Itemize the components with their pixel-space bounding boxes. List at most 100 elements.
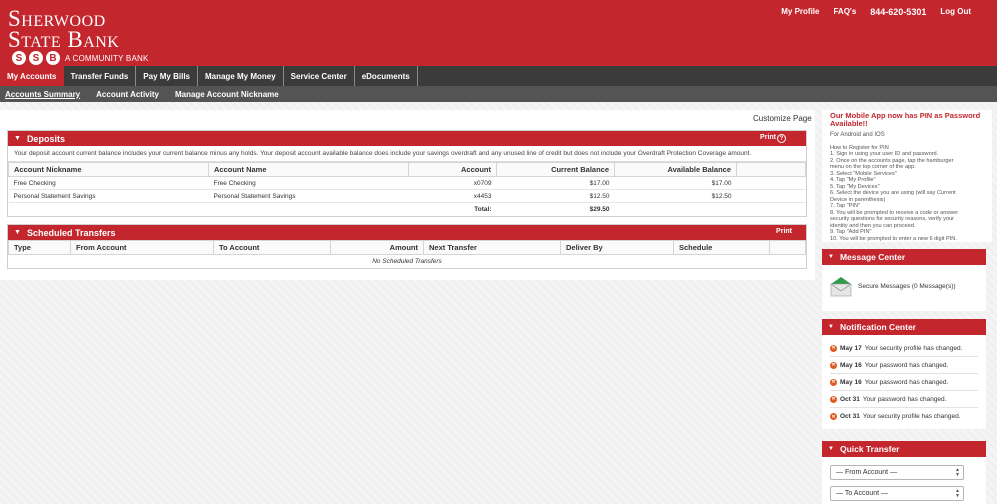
col-account-nickname[interactable]: Account Nickname xyxy=(8,162,209,177)
promo-platforms: For Android and IOS xyxy=(830,132,885,138)
nav-manage-my-money[interactable]: Manage My Money xyxy=(198,66,284,86)
col-from-account[interactable]: From Account xyxy=(70,240,214,255)
subnav-manage-nickname[interactable]: Manage Account Nickname xyxy=(175,86,279,102)
notification-text: Your security profile has changed. xyxy=(862,413,961,420)
col-account[interactable]: Account xyxy=(408,162,497,177)
secure-messages-text: Secure Messages (0 Message(s)) xyxy=(858,282,956,290)
total-label: Total: xyxy=(474,205,492,213)
main-nav: My Accounts Transfer Funds Pay My Bills … xyxy=(0,66,997,86)
notification-date: May 16 xyxy=(840,361,862,369)
mobile-pin-promo: Our Mobile App now has PIN as Password A… xyxy=(822,110,992,242)
list-item[interactable]: ✕ Oct 31 Your password has changed. xyxy=(830,391,978,408)
col-next-transfer[interactable]: Next Transfer xyxy=(423,240,561,255)
faqs-link[interactable]: FAQ's xyxy=(833,7,856,17)
deposits-title: Deposits xyxy=(26,133,65,144)
account-name: Personal Statement Savings xyxy=(213,192,296,200)
quick-transfer-form: — From Account — ▲ ▼ — To Account — ▲ ▼ xyxy=(822,457,986,504)
logout-link[interactable]: Log Out xyxy=(940,7,971,17)
collapse-icon[interactable]: ▼ xyxy=(828,446,834,452)
ssb-letter: B xyxy=(46,51,60,65)
nav-transfer-funds[interactable]: Transfer Funds xyxy=(64,66,137,86)
promo-heading: Our Mobile App now has PIN as Password A… xyxy=(830,111,981,128)
notification-center-header: ▼ Notification Center xyxy=(822,319,986,335)
header: Sherwood State Bank S S B A COMMUNITY BA… xyxy=(0,0,997,66)
sub-nav: Accounts Summary Account Activity Manage… xyxy=(0,86,997,102)
list-item[interactable]: ✕ May 17 Your security profile has chang… xyxy=(830,340,978,357)
notification-text: Your security profile has changed. xyxy=(864,344,963,352)
deposits-notice: Your deposit account current balance inc… xyxy=(8,146,806,162)
ssb-letter: S xyxy=(29,51,43,65)
no-transfers-text: No Scheduled Transfers xyxy=(372,257,442,265)
help-icon[interactable]: ? xyxy=(777,134,786,143)
to-account-value: — To Account — xyxy=(836,490,889,497)
account-name: Free Checking xyxy=(213,179,256,187)
select-arrows-icon: ▲ ▼ xyxy=(955,488,960,499)
list-item[interactable]: ✕ May 16 Your password has changed. xyxy=(830,357,978,374)
quick-transfer-title: Quick Transfer xyxy=(839,444,900,454)
dismiss-icon[interactable]: ✕ xyxy=(830,378,837,386)
deposits-table: Account Nickname Account Name Account Cu… xyxy=(8,162,806,216)
col-schedule[interactable]: Schedule xyxy=(673,240,770,255)
deposits-panel: ▼ Deposits Print ? Your deposit account … xyxy=(7,130,807,217)
nav-pay-my-bills[interactable]: Pay My Bills xyxy=(136,66,198,86)
account-nickname-link[interactable]: Free Checking xyxy=(9,177,209,190)
promo-step: 10. You will be prompted to enter a new … xyxy=(830,235,957,242)
col-account-name[interactable]: Account Name xyxy=(208,162,409,177)
account-number: x0709 xyxy=(473,179,492,187)
top-links: My Profile FAQ's 844-620-5301 Log Out xyxy=(781,7,971,17)
col-amount[interactable]: Amount xyxy=(330,240,424,255)
from-account-value: — From Account — xyxy=(836,469,898,476)
dismiss-icon[interactable]: ✕ xyxy=(830,395,837,403)
notification-text: Your password has changed. xyxy=(862,395,947,403)
scheduled-print-link[interactable]: Print xyxy=(776,228,792,235)
list-item[interactable]: ✕ Oct 31 Your security profile has chang… xyxy=(830,408,978,425)
message-center-header: ▼ Message Center xyxy=(822,249,986,265)
promo-steps: How to Register for PIN 1. Sign in using… xyxy=(830,145,984,243)
subnav-accounts-summary[interactable]: Accounts Summary xyxy=(5,86,80,102)
ssb-letter: S xyxy=(12,51,26,65)
my-profile-link[interactable]: My Profile xyxy=(781,7,819,17)
col-spacer xyxy=(736,162,806,177)
account-nickname-link[interactable]: Personal Statement Savings xyxy=(9,190,209,203)
nav-service-center[interactable]: Service Center xyxy=(284,66,355,86)
empty-row: No Scheduled Transfers xyxy=(9,255,806,268)
total-row: Total: $29.50 xyxy=(8,202,806,216)
deposits-header: ▼ Deposits Print ? xyxy=(8,131,806,146)
current-balance: $17.00 xyxy=(589,179,610,187)
notification-list: ✕ May 17 Your security profile has chang… xyxy=(822,335,986,425)
current-balance: $12.50 xyxy=(589,192,610,200)
scheduled-transfers-panel: ▼ Scheduled Transfers Print Type From Ac… xyxy=(7,224,807,269)
notification-date: Oct 31 xyxy=(840,413,860,420)
col-current-balance[interactable]: Current Balance xyxy=(496,162,615,177)
scheduled-header: ▼ Scheduled Transfers Print xyxy=(8,225,806,240)
to-account-select[interactable]: — To Account — ▲ ▼ xyxy=(830,486,964,501)
table-row: Free Checking Free Checking x0709 $17.00… xyxy=(9,177,806,190)
list-item[interactable]: ✕ May 16 Your password has changed. xyxy=(830,374,978,391)
collapse-icon[interactable]: ▼ xyxy=(14,229,21,236)
envelope-icon xyxy=(830,275,852,297)
notification-text: Your password has changed. xyxy=(864,378,949,386)
col-type[interactable]: Type xyxy=(8,240,71,255)
col-available-balance[interactable]: Available Balance xyxy=(614,162,737,177)
from-account-select[interactable]: — From Account — ▲ ▼ xyxy=(830,465,964,480)
col-deliver-by[interactable]: Deliver By xyxy=(560,240,674,255)
ssb-emblem: S S B xyxy=(12,51,60,65)
nav-my-accounts[interactable]: My Accounts xyxy=(0,66,64,86)
dismiss-icon[interactable]: ✕ xyxy=(830,361,837,369)
col-to-account[interactable]: To Account xyxy=(213,240,331,255)
quick-transfer-panel: ▼ Quick Transfer — From Account — ▲ ▼ — T… xyxy=(822,441,986,504)
logo-tagline: A COMMUNITY BANK xyxy=(65,53,149,63)
collapse-icon[interactable]: ▼ xyxy=(14,135,21,142)
dismiss-icon[interactable]: ✕ xyxy=(830,413,837,420)
logo-line-1: Sherwood xyxy=(8,6,106,31)
bank-logo[interactable]: Sherwood State Bank S S B A COMMUNITY BA… xyxy=(8,6,149,65)
subnav-account-activity[interactable]: Account Activity xyxy=(96,86,159,102)
dismiss-icon[interactable]: ✕ xyxy=(830,344,837,352)
collapse-icon[interactable]: ▼ xyxy=(828,254,834,260)
collapse-icon[interactable]: ▼ xyxy=(828,324,834,330)
nav-edocuments[interactable]: eDocuments xyxy=(355,66,418,86)
secure-messages-row[interactable]: Secure Messages (0 Message(s)) xyxy=(822,265,986,307)
customize-page-link[interactable]: Customize Page xyxy=(753,114,812,123)
deposits-print-link[interactable]: Print xyxy=(760,134,776,141)
total-value: $29.50 xyxy=(589,205,610,213)
